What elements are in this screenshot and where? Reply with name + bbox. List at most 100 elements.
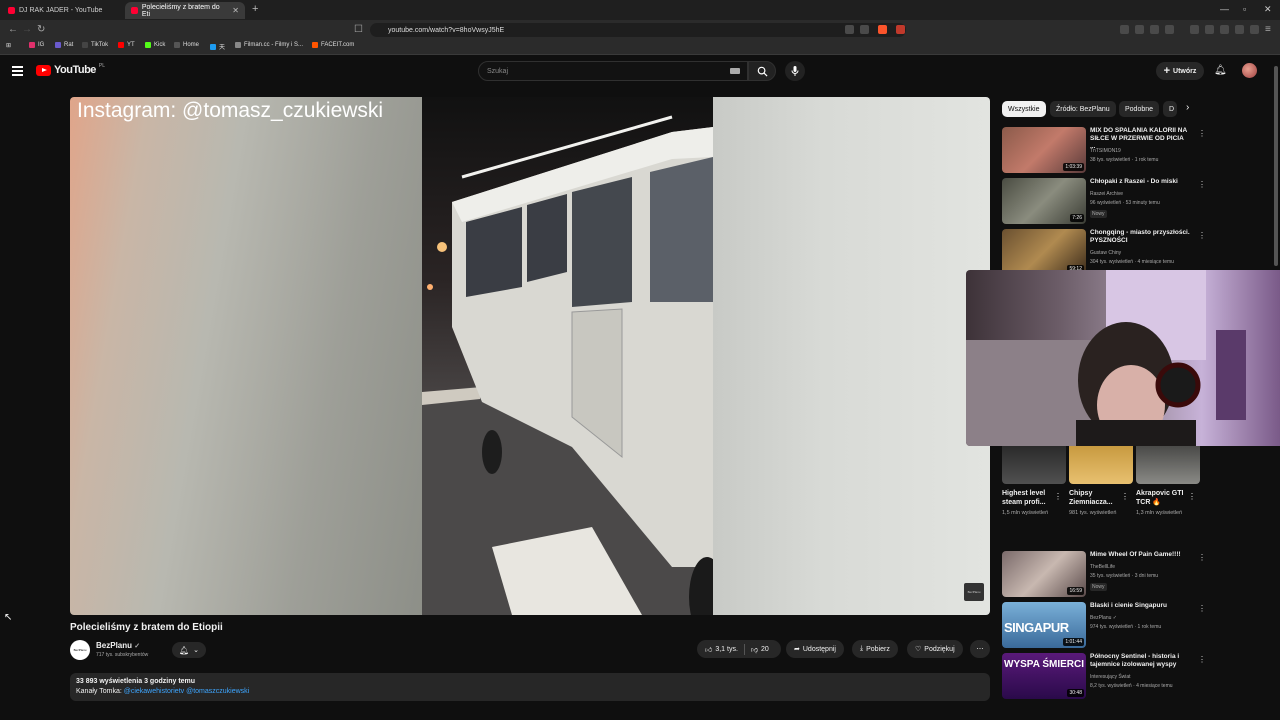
- subscribed-button[interactable]: 🔔︎ ⌄: [172, 642, 206, 658]
- channel-name[interactable]: BezPlanu ✓: [96, 641, 140, 650]
- download-button[interactable]: ⤓ Pobierz: [852, 640, 898, 658]
- share-button[interactable]: ➦ Udostępnij: [786, 640, 844, 658]
- video-thumbnail[interactable]: SINGAPUR 1:01:44: [1002, 602, 1086, 648]
- apps-icon[interactable]: ⊞: [6, 42, 11, 49]
- channel-name[interactable]: Gustaw Chiny: [1090, 250, 1121, 256]
- bookmark-home[interactable]: Home: [174, 42, 199, 48]
- bookmark-kick[interactable]: Kick: [145, 42, 165, 48]
- more-vertical-icon[interactable]: ⋮: [1198, 129, 1206, 138]
- channel-name[interactable]: Interesujący Świat: [1090, 674, 1131, 680]
- more-vertical-icon[interactable]: ⋮: [1121, 492, 1129, 501]
- extension-icon[interactable]: [1150, 25, 1159, 34]
- description-links[interactable]: @ciekawehistorietv @tomaszczukiewski: [124, 688, 249, 695]
- more-vertical-icon[interactable]: ⋮: [1198, 604, 1206, 613]
- brave-shield-icon[interactable]: [878, 25, 887, 34]
- description-box[interactable]: 33 893 wyświetlenia 3 godziny temu Kanał…: [70, 673, 990, 701]
- video-thumbnail[interactable]: 16:59: [1002, 551, 1086, 597]
- search-input[interactable]: Szukaj: [478, 61, 748, 81]
- browser-tab-0[interactable]: DJ RAK JADER - YouTube: [2, 2, 120, 19]
- bookmark-icon[interactable]: ☐: [354, 24, 363, 35]
- sidebar-video-item[interactable]: 16:59 Mime Wheel Of Pain Game!!!! TheBel…: [1002, 551, 1206, 597]
- music-icon[interactable]: [1190, 25, 1199, 34]
- more-actions-button[interactable]: ⋯: [970, 640, 990, 658]
- bookmark-yt[interactable]: YT: [118, 42, 135, 48]
- back-icon[interactable]: ←: [8, 24, 18, 35]
- channel-watermark[interactable]: BezPlanu: [964, 583, 984, 601]
- wallet-icon[interactable]: [1220, 25, 1229, 34]
- short-title[interactable]: Chipsy Ziemniacza...: [1069, 489, 1125, 507]
- notifications-bell-icon[interactable]: 🔔︎: [1214, 65, 1227, 76]
- leo-icon[interactable]: [1235, 25, 1244, 34]
- short-item[interactable]: Highest level steam profi... 1,5 mln wyś…: [1002, 446, 1066, 517]
- vpn-icon[interactable]: [1250, 25, 1259, 34]
- bookmark-tiktok[interactable]: TikTok: [82, 42, 108, 48]
- video-title[interactable]: Chongqing - miasto przyszłości. PYSZNOŚC…: [1090, 229, 1190, 245]
- reload-icon[interactable]: ↻: [37, 24, 45, 35]
- bookmark-tian[interactable]: 天: [210, 42, 225, 51]
- video-title[interactable]: Mime Wheel Of Pain Game!!!!: [1090, 551, 1190, 559]
- more-vertical-icon[interactable]: ⋮: [1198, 553, 1206, 562]
- extension-icon[interactable]: [1165, 25, 1174, 34]
- search-button[interactable]: [748, 61, 776, 81]
- like-button[interactable]: 👍︎ 3,1 tys.: [705, 645, 738, 654]
- more-vertical-icon[interactable]: ⋮: [1198, 655, 1206, 664]
- channel-avatar[interactable]: BezPlanu: [70, 640, 90, 660]
- bookmark-rat[interactable]: Rat: [55, 42, 73, 48]
- create-button[interactable]: + Utwórz: [1156, 62, 1204, 80]
- video-thumbnail[interactable]: 59:12: [1002, 229, 1086, 275]
- short-title[interactable]: Akrapovic GTI TCR 🔥: [1136, 489, 1192, 507]
- short-item[interactable]: Akrapovic GTI TCR 🔥 1,3 mln wyświetleń ⋮: [1136, 446, 1200, 517]
- video-thumbnail[interactable]: WYSPA ŚMIERCI 30:48: [1002, 653, 1086, 699]
- url-field[interactable]: youtube.com/watch?v=8hoVwsyJ5hE: [370, 23, 906, 37]
- video-thumbnail[interactable]: 7:26: [1002, 178, 1086, 224]
- extension-icon[interactable]: [1135, 25, 1144, 34]
- video-title[interactable]: Północny Sentinel - historia i tajemnice…: [1090, 653, 1190, 669]
- short-title[interactable]: Highest level steam profi...: [1002, 489, 1058, 507]
- sidebar-video-item[interactable]: 7:26 Chłopaki z Raszei - Do miski Raszei…: [1002, 178, 1206, 224]
- forward-icon[interactable]: →: [22, 24, 32, 35]
- short-thumbnail[interactable]: [1002, 446, 1066, 484]
- sidebar-video-item[interactable]: SINGAPUR 1:01:44 Blaski i cienie Singapu…: [1002, 602, 1206, 648]
- chip-from-channel[interactable]: Źródło: BezPlanu: [1050, 101, 1116, 117]
- sidebar-video-item[interactable]: 59:12 Chongqing - miasto przyszłości. PY…: [1002, 229, 1206, 275]
- sidebar-video-item[interactable]: WYSPA ŚMIERCI 30:48 Północny Sentinel - …: [1002, 653, 1206, 699]
- youtube-logo[interactable]: YouTube PL: [36, 63, 105, 76]
- page-scrollbar[interactable]: [1274, 66, 1278, 266]
- minimize-icon[interactable]: —: [1220, 4, 1229, 14]
- channel-name-text[interactable]: BezPlanu: [96, 641, 132, 650]
- more-vertical-icon[interactable]: ⋮: [1198, 231, 1206, 240]
- user-avatar[interactable]: [1242, 63, 1257, 78]
- channel-name[interactable]: Raszei Archive: [1090, 191, 1123, 197]
- more-vertical-icon[interactable]: ⋮: [1188, 492, 1196, 501]
- video-thumbnail[interactable]: 1:03:39: [1002, 127, 1086, 173]
- short-thumbnail[interactable]: [1136, 446, 1200, 484]
- chip-all[interactable]: Wszystkie: [1002, 101, 1046, 117]
- dislike-button[interactable]: 👎︎ 20: [751, 645, 769, 654]
- keyboard-icon[interactable]: [730, 68, 740, 74]
- browser-tab-1[interactable]: Polecieliśmy z bratem do Eti ✕: [125, 2, 245, 19]
- chip-more[interactable]: D: [1163, 101, 1177, 117]
- menu-icon[interactable]: ≡: [1265, 24, 1271, 35]
- guide-menu-icon[interactable]: [12, 66, 23, 76]
- thanks-button[interactable]: ♡ Podziękuj: [907, 640, 963, 658]
- extension-icon[interactable]: [1120, 25, 1129, 34]
- bookmark-ig[interactable]: IG: [29, 42, 44, 48]
- sidebar-video-item[interactable]: 1:03:39 MIX DO SPALANIA KALORII NA SIŁCE…: [1002, 127, 1206, 173]
- video-title[interactable]: Chłopaki z Raszei - Do miski: [1090, 178, 1190, 186]
- video-title[interactable]: Blaski i cienie Singapuru: [1090, 602, 1190, 610]
- chip-related[interactable]: Podobne: [1119, 101, 1160, 117]
- bookmark-faceit[interactable]: FACEIT.com: [312, 42, 354, 48]
- maximize-icon[interactable]: ▫: [1243, 4, 1246, 14]
- channel-name[interactable]: TnTSIMON19: [1090, 148, 1121, 154]
- chevron-right-icon[interactable]: ›: [1186, 102, 1189, 113]
- video-player[interactable]: Instagram: @tomasz_czukiewski BezPlanu: [70, 97, 990, 615]
- short-item[interactable]: Chipsy Ziemniacza... 981 tys. wyświetleń…: [1069, 446, 1133, 517]
- close-window-icon[interactable]: ✕: [1264, 4, 1272, 15]
- sidebar-icon[interactable]: [1205, 25, 1214, 34]
- brave-rewards-icon[interactable]: [896, 25, 905, 34]
- cast-icon[interactable]: [845, 25, 854, 34]
- new-tab-button[interactable]: +: [252, 3, 258, 15]
- short-thumbnail[interactable]: [1069, 446, 1133, 484]
- more-vertical-icon[interactable]: ⋮: [1198, 180, 1206, 189]
- channel-name[interactable]: BezPlanu ✓: [1090, 615, 1117, 621]
